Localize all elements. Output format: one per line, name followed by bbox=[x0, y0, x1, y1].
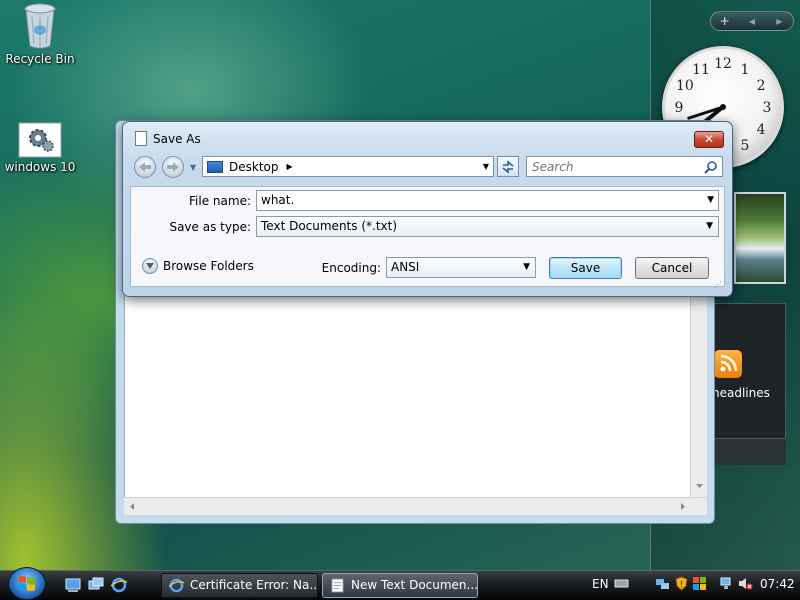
forward-arrow-icon bbox=[167, 162, 179, 172]
network-connection-icon[interactable] bbox=[720, 576, 735, 591]
desktop-icon-label: Recycle Bin bbox=[5, 52, 75, 66]
show-desktop-icon[interactable] bbox=[65, 577, 81, 593]
language-indicator[interactable]: EN bbox=[592, 577, 609, 591]
next-gadget-button[interactable]: ▸ bbox=[766, 14, 793, 28]
taskbar-clock[interactable]: 07:42 bbox=[760, 577, 795, 591]
scroll-down-arrow-icon bbox=[696, 484, 703, 488]
encoding-dropdown-icon: ▼ bbox=[523, 262, 530, 272]
browse-folders-link[interactable]: Browse Folders bbox=[163, 259, 254, 273]
desktop-icon-label: windows 10 bbox=[4, 160, 76, 174]
recent-pages-dropdown-icon[interactable]: ▼ bbox=[190, 163, 196, 172]
windows-update-icon[interactable] bbox=[692, 576, 707, 591]
windows-10-desktop-icon[interactable]: windows 10 bbox=[0, 122, 82, 174]
clock-number: 9 bbox=[675, 100, 684, 116]
taskbar-item-label: Certificate Error: Na... bbox=[190, 578, 318, 592]
search-input[interactable] bbox=[527, 157, 697, 176]
file-name-label: File name: bbox=[189, 194, 251, 208]
recycle-bin-icon bbox=[24, 3, 56, 49]
save-as-type-value: Text Documents (*.txt) bbox=[261, 219, 398, 233]
address-location[interactable]: Desktop bbox=[229, 160, 279, 174]
resize-grip-icon[interactable]: ⋰ bbox=[714, 280, 722, 289]
search-box[interactable] bbox=[526, 156, 723, 177]
start-button[interactable] bbox=[8, 567, 46, 600]
save-as-type-select[interactable]: Text Documents (*.txt) ▼ bbox=[256, 216, 719, 237]
back-arrow-icon bbox=[139, 162, 151, 172]
switch-windows-icon[interactable] bbox=[88, 577, 104, 593]
taskbar-item-notepad[interactable]: New Text Documen... bbox=[322, 573, 478, 598]
internet-explorer-icon[interactable] bbox=[111, 577, 127, 593]
refresh-button[interactable] bbox=[497, 156, 519, 177]
save-as-type-label: Save as type: bbox=[169, 220, 251, 234]
clock-number: 12 bbox=[714, 56, 732, 72]
encoding-label: Encoding: bbox=[321, 261, 381, 275]
network-icon[interactable] bbox=[655, 576, 670, 591]
windows-logo-icon bbox=[19, 576, 35, 591]
breadcrumb-arrow-icon[interactable]: ▶ bbox=[287, 162, 293, 171]
clock-number: 10 bbox=[676, 78, 694, 94]
clock-number: 11 bbox=[692, 62, 710, 78]
file-name-field[interactable]: what. ▼ bbox=[256, 190, 719, 211]
clock-number: 3 bbox=[763, 100, 772, 116]
taskbar-item-label: New Text Documen... bbox=[351, 578, 478, 592]
add-gadget-button[interactable]: + bbox=[711, 14, 738, 28]
recycle-bin-desktop-icon[interactable]: Recycle Bin bbox=[0, 2, 82, 66]
back-button[interactable] bbox=[134, 156, 156, 178]
file-name-value: what. bbox=[261, 193, 295, 207]
feed-headlines-label: headlines bbox=[712, 386, 770, 400]
scroll-left-arrow-icon bbox=[130, 503, 685, 510]
close-button[interactable]: ✕ bbox=[694, 131, 724, 148]
search-icon[interactable] bbox=[704, 160, 718, 174]
notepad-document-icon bbox=[135, 131, 147, 146]
clock-number: 5 bbox=[741, 138, 750, 154]
clock-number: 1 bbox=[741, 62, 750, 78]
encoding-value: ANSI bbox=[391, 260, 420, 274]
gear-shortcut-icon bbox=[18, 122, 62, 158]
desktop-folder-icon bbox=[207, 160, 223, 173]
chevron-down-icon bbox=[146, 263, 154, 269]
refresh-icon bbox=[502, 160, 514, 174]
rss-icon bbox=[714, 350, 742, 378]
clock-center bbox=[720, 104, 726, 110]
browse-folders-toggle[interactable] bbox=[142, 258, 158, 274]
file-name-dropdown-icon[interactable]: ▼ bbox=[707, 191, 714, 210]
svg-text:!: ! bbox=[680, 580, 683, 589]
save-as-type-dropdown-icon: ▼ bbox=[706, 221, 713, 231]
slideshow-gadget[interactable] bbox=[734, 192, 786, 284]
forward-button[interactable] bbox=[162, 156, 184, 178]
volume-muted-icon[interactable] bbox=[738, 576, 753, 591]
dialog-title: Save As bbox=[153, 132, 201, 146]
notepad-text-area[interactable] bbox=[124, 296, 691, 497]
clock-number: 4 bbox=[757, 122, 766, 138]
internet-explorer-icon bbox=[169, 578, 184, 593]
sidebar-controls: + ◂ ▸ bbox=[710, 11, 794, 31]
notepad-horizontal-scrollbar[interactable] bbox=[124, 497, 707, 515]
cancel-button[interactable]: Cancel bbox=[635, 257, 709, 279]
keyboard-icon[interactable] bbox=[614, 576, 629, 591]
notepad-vertical-scrollbar[interactable] bbox=[690, 296, 707, 497]
address-dropdown-icon[interactable]: ▼ bbox=[483, 162, 489, 171]
save-button[interactable]: Save bbox=[549, 257, 622, 279]
address-bar[interactable]: Desktop ▶ ▼ bbox=[202, 156, 494, 177]
notepad-icon bbox=[331, 578, 344, 593]
clock-number: 2 bbox=[757, 78, 766, 94]
prev-gadget-button[interactable]: ◂ bbox=[738, 14, 765, 28]
feed-footer bbox=[714, 439, 786, 465]
encoding-select[interactable]: ANSI ▼ bbox=[386, 257, 536, 278]
security-shield-icon[interactable]: ! bbox=[674, 576, 689, 591]
taskbar-item-certificate-error[interactable]: Certificate Error: Na... bbox=[161, 573, 318, 598]
